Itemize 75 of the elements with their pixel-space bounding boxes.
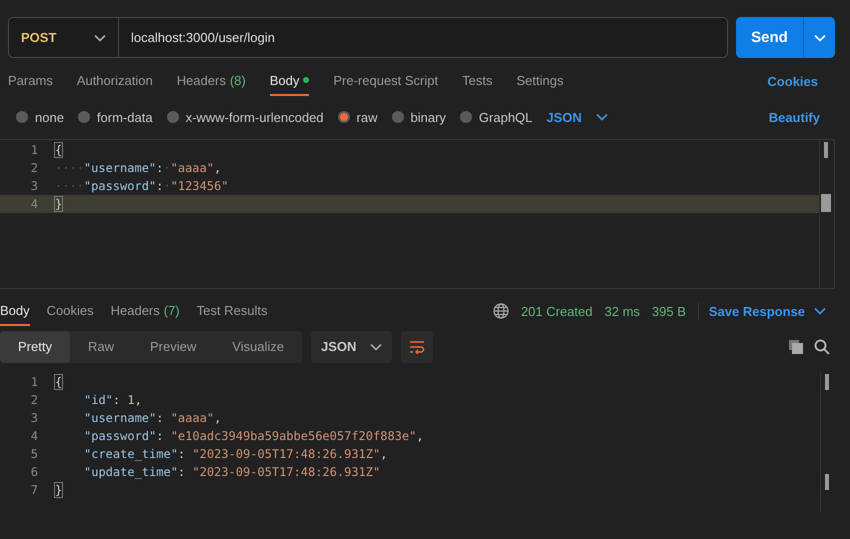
beautify-link[interactable]: Beautify <box>762 108 826 126</box>
code-line: "id": 1, <box>83 393 142 407</box>
line-number: 7 <box>30 483 39 497</box>
line-number: 1 <box>30 143 39 157</box>
response-tab[interactable]: Body <box>0 296 30 326</box>
format-dropdown[interactable]: JSON <box>311 330 392 362</box>
line-number: 3 <box>30 179 39 193</box>
view-mode-tab[interactable]: Pretty <box>0 330 70 362</box>
response-tab[interactable]: Test Results <box>196 296 268 326</box>
chevron-down-icon <box>94 34 106 42</box>
chevron-down-icon <box>596 113 608 121</box>
view-mode-tab[interactable]: Raw <box>70 330 132 362</box>
request-tab[interactable]: Pre-request Script <box>333 66 438 96</box>
code-line: ····"password":·"123456" <box>55 179 228 193</box>
send-options-button[interactable] <box>803 17 835 58</box>
radio-label: form-data <box>96 110 153 124</box>
search-icon[interactable] <box>814 338 830 354</box>
format-dropdown[interactable]: JSON <box>546 110 608 124</box>
code-line: { <box>55 375 62 389</box>
line-number: 5 <box>30 447 39 461</box>
code-line: } <box>55 483 62 497</box>
radio-button[interactable] <box>392 111 404 123</box>
code-line: "password": "e10adc3949ba59abbe56e057f20f883e", <box>83 429 424 443</box>
request-tab[interactable]: Headers (8) <box>176 66 246 96</box>
line-number: 6 <box>30 465 39 479</box>
scrollbar-thumb[interactable] <box>825 474 829 490</box>
request-tab[interactable]: Params <box>8 66 53 96</box>
response-tab[interactable]: Cookies <box>46 296 94 326</box>
line-number: 4 <box>30 197 39 211</box>
save-response-button[interactable]: Save Response <box>698 302 832 320</box>
wrap-lines-icon <box>409 340 426 354</box>
method-dropdown[interactable]: POST <box>9 18 119 57</box>
code-line: ····"username":·"aaaa", <box>55 161 222 175</box>
radio-button[interactable] <box>166 111 179 123</box>
line-number: 4 <box>30 429 39 443</box>
copy-icon[interactable] <box>788 338 804 354</box>
globe-icon <box>492 303 509 319</box>
response-size: 395 B <box>652 304 686 318</box>
request-tab[interactable]: Settings <box>516 66 564 96</box>
cookies-link[interactable]: Cookies <box>761 72 824 90</box>
request-tab[interactable]: Body <box>270 66 310 96</box>
scrollbar-thumb[interactable] <box>825 374 829 390</box>
radio-label: raw <box>356 110 378 124</box>
line-number: 1 <box>30 375 39 389</box>
radio-label: GraphQL <box>478 110 532 124</box>
response-time: 32 ms <box>604 304 640 318</box>
chevron-down-icon <box>370 342 382 350</box>
radio-label: none <box>35 110 64 124</box>
request-body-editor[interactable]: 1 { 2 ····"username":·"aaaa", 3 ····"password":·"123456" 4 } <box>0 139 835 289</box>
request-tab[interactable]: Authorization <box>76 66 153 96</box>
response-tab[interactable]: Headers (7) <box>110 296 180 326</box>
scrollbar-thumb[interactable] <box>824 142 828 158</box>
radio-button[interactable] <box>460 111 472 123</box>
radio-button[interactable] <box>338 111 350 123</box>
code-line: "update_time": "2023-09-05T17:48:26.931Z" <box>83 465 380 479</box>
code-line: { <box>55 143 62 157</box>
url-field[interactable]: localhost:3000/user/login <box>119 30 727 45</box>
wrap-lines-button[interactable] <box>401 330 434 362</box>
chevron-down-icon <box>814 34 826 42</box>
line-number: 3 <box>30 411 39 425</box>
code-line: "create_time": "2023-09-05T17:48:26.931Z", <box>83 447 388 461</box>
radio-button[interactable] <box>16 111 28 123</box>
view-mode-tab[interactable]: Preview <box>132 330 214 362</box>
radio-label: binary <box>410 110 446 124</box>
code-line: "username": "aaaa", <box>83 411 222 425</box>
radio-label: x-www-form-urlencoded <box>186 110 324 124</box>
scrollbar-thumb[interactable] <box>821 194 831 212</box>
request-tab[interactable]: Tests <box>462 66 492 96</box>
code-line: } <box>55 197 62 211</box>
chevron-down-icon <box>814 307 826 315</box>
line-number: 2 <box>30 161 39 175</box>
line-number: 2 <box>30 393 39 407</box>
status-code: 201 Created <box>520 304 592 318</box>
view-mode-tab[interactable]: Visualize <box>214 330 302 362</box>
radio-button[interactable] <box>78 111 90 123</box>
